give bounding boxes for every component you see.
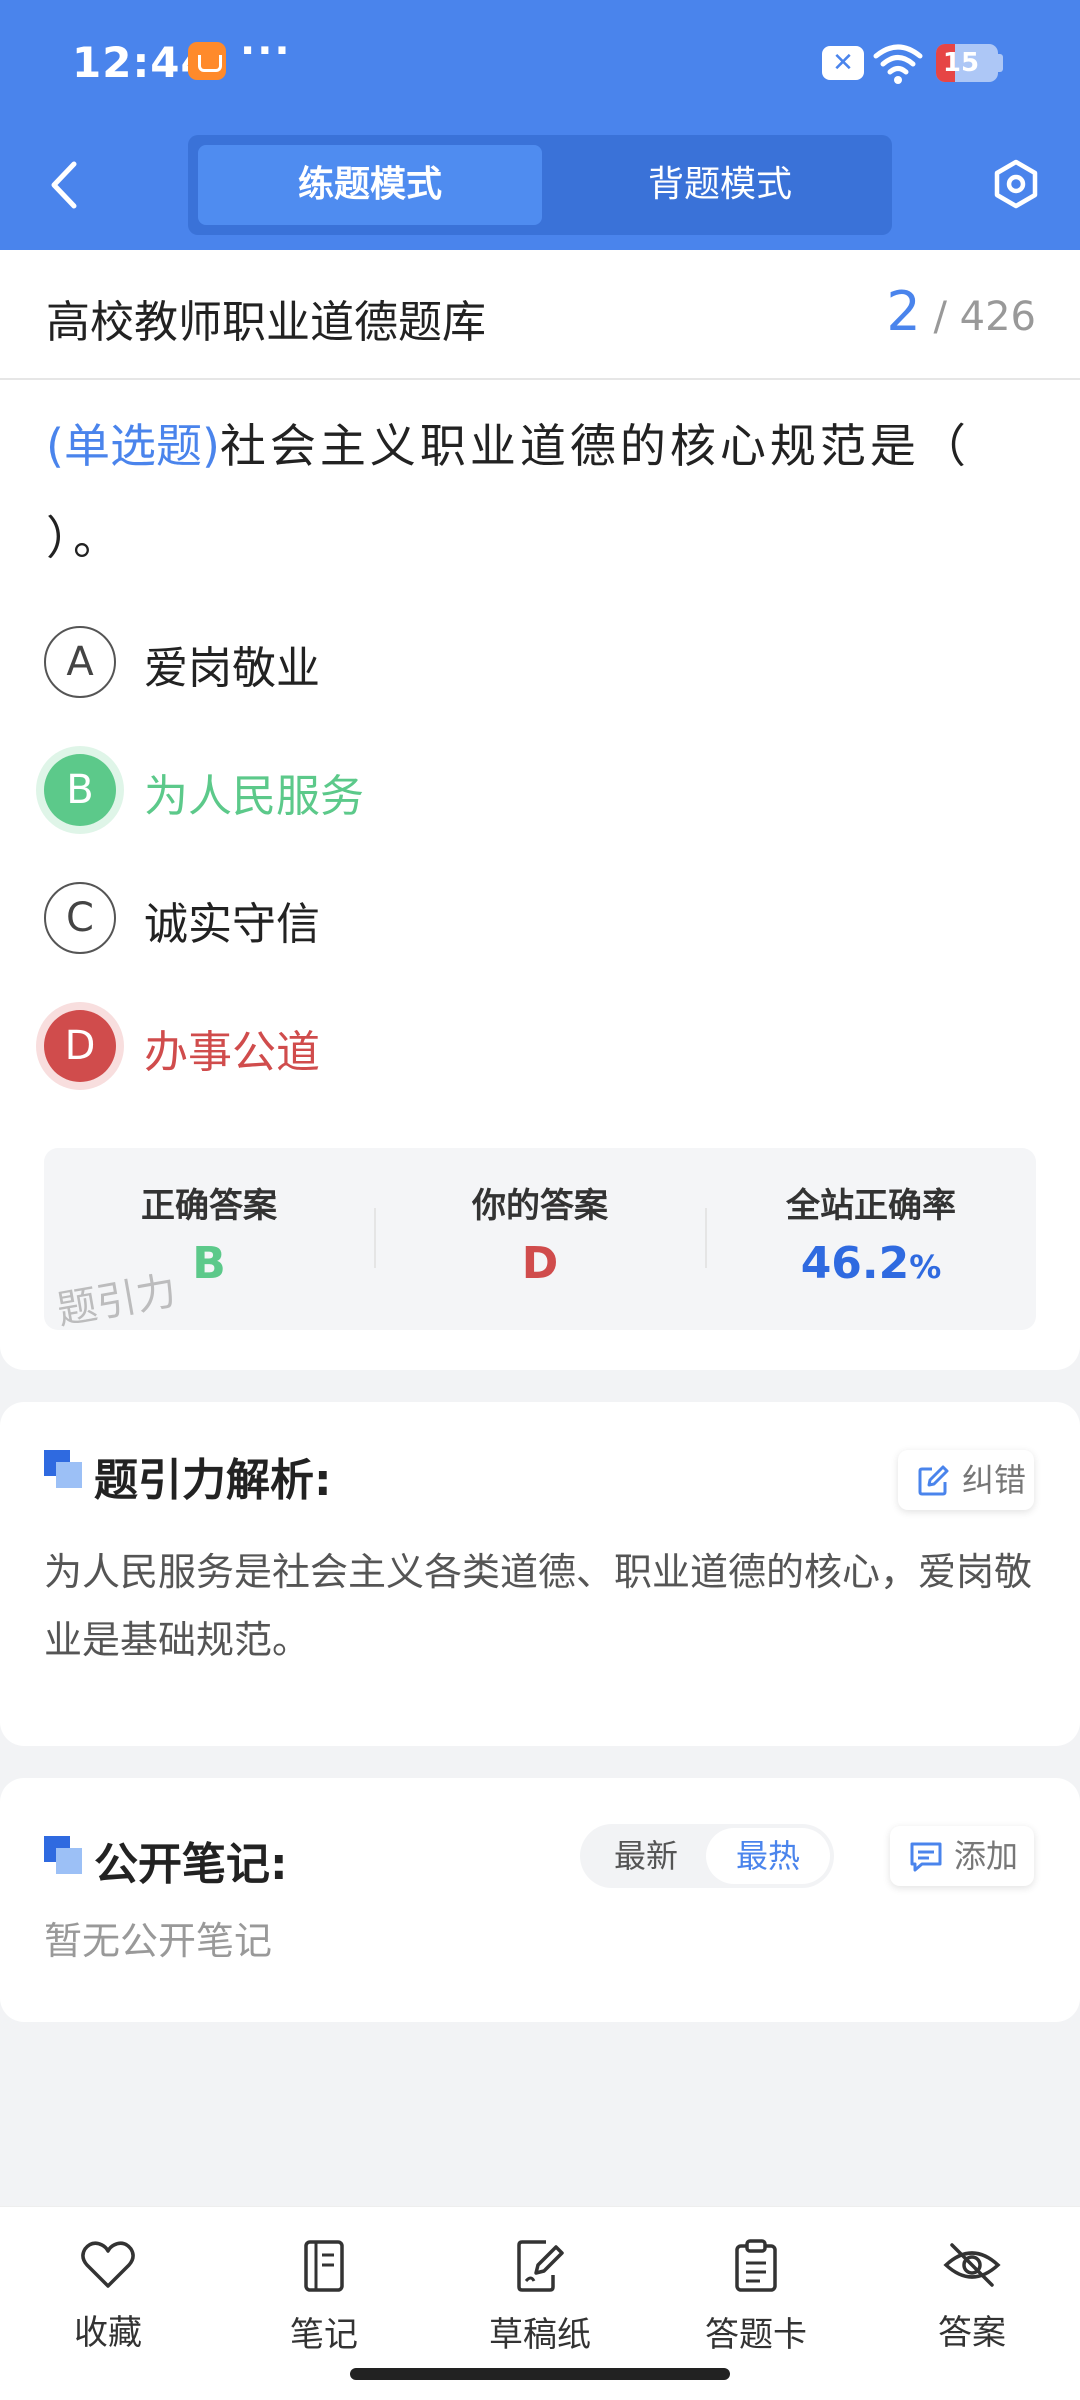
- analysis-title: 题引力解析:: [94, 1455, 332, 1506]
- progress-separator: /: [933, 294, 947, 340]
- battery-tip: [998, 54, 1003, 72]
- nav-label: 答案: [938, 2313, 1006, 2353]
- report-error-button[interactable]: 纠错: [898, 1450, 1034, 1510]
- option-a[interactable]: A 爱岗敬业: [44, 622, 944, 702]
- wifi-icon: [873, 44, 923, 84]
- no-sim-icon: ✕: [822, 46, 864, 80]
- option-letter: A: [44, 626, 116, 698]
- question-bank-row: 高校教师职业道德题库 2 / 426: [0, 250, 1080, 380]
- notes-sort-toggle: 最新 最热: [580, 1824, 834, 1888]
- app-header: 12:44 ··· ✕ 15 练题模式 背题模式: [0, 0, 1080, 250]
- battery-icon: 15: [936, 44, 998, 82]
- option-d[interactable]: D 办事公道: [44, 1006, 944, 1086]
- current-question-number: 2: [886, 280, 921, 343]
- accuracy-number: 46.2: [800, 1238, 910, 1289]
- settings-hex-icon[interactable]: [990, 158, 1042, 210]
- comment-icon: [910, 1842, 942, 1872]
- option-letter: B: [44, 754, 116, 826]
- tab-recite-mode[interactable]: 背题模式: [548, 145, 892, 225]
- sort-hottest[interactable]: 最热: [706, 1828, 830, 1884]
- home-indicator[interactable]: [350, 2368, 730, 2380]
- section-squares-icon: [44, 1450, 84, 1490]
- answer-summary: 正确答案 B 你的答案 D 全站正确率 46.2% 题引力: [44, 1148, 1036, 1334]
- option-c[interactable]: C 诚实守信: [44, 878, 944, 958]
- more-notifications-icon: ···: [240, 28, 292, 74]
- battery-level: 15: [942, 48, 980, 78]
- accuracy-value: 46.2%: [706, 1238, 1036, 1289]
- option-b[interactable]: B 为人民服务: [44, 750, 944, 830]
- notebook-icon: [304, 2240, 344, 2292]
- nav-answer-sheet[interactable]: 答题卡: [648, 2227, 864, 2367]
- section-squares-icon: [44, 1836, 84, 1876]
- nav-label: 答题卡: [705, 2315, 807, 2355]
- option-text: 办事公道: [144, 1027, 320, 1078]
- notes-empty-text: 暂无公开笔记: [44, 1919, 273, 1963]
- analysis-card: 题引力解析: 纠错 为人民服务是社会主义各类道德、职业道德的核心，爱岗敬业是基础…: [0, 1402, 1080, 1746]
- nav-label: 笔记: [290, 2315, 358, 2355]
- nav-notes[interactable]: 笔记: [216, 2227, 432, 2367]
- your-answer-label: 你的答案: [472, 1186, 608, 1226]
- mode-switch: 练题模式 背题模式: [188, 135, 892, 235]
- public-notes-card: 公开笔记: 最新 最热 添加 暂无公开笔记: [0, 1778, 1080, 2022]
- correct-answer-label: 正确答案: [141, 1186, 277, 1226]
- report-error-label: 纠错: [962, 1461, 1027, 1499]
- add-note-button[interactable]: 添加: [890, 1826, 1034, 1886]
- add-note-label: 添加: [954, 1837, 1019, 1875]
- draft-paper-icon: [517, 2240, 564, 2292]
- question-stem: (单选题)社会主义职业道德的核心规范是（ ）。: [46, 400, 1036, 584]
- heart-icon: [81, 2241, 135, 2288]
- accuracy-label: 全站正确率: [786, 1186, 956, 1226]
- clipboard-icon: [735, 2239, 777, 2292]
- status-bar: 12:44 ··· ✕ 15: [0, 0, 1080, 125]
- your-answer-column: 你的答案 D: [375, 1148, 705, 1330]
- option-letter: D: [44, 1010, 116, 1082]
- back-button[interactable]: [40, 150, 90, 220]
- option-text: 诚实守信: [144, 899, 320, 950]
- analysis-text: 为人民服务是社会主义各类道德、职业道德的核心，爱岗敬业是基础规范。: [44, 1550, 1033, 1662]
- option-text: 爱岗敬业: [144, 643, 320, 694]
- accuracy-column: 全站正确率 46.2%: [706, 1148, 1036, 1330]
- nav-favorite[interactable]: 收藏: [0, 2227, 216, 2367]
- your-answer-value: D: [521, 1238, 559, 1289]
- question-type: (单选题): [46, 419, 220, 473]
- sort-latest[interactable]: 最新: [584, 1828, 708, 1884]
- option-text: 为人民服务: [144, 771, 364, 822]
- nav-label: 收藏: [74, 2313, 142, 2353]
- nav-label: 草稿纸: [489, 2315, 591, 2355]
- tab-practice-mode[interactable]: 练题模式: [198, 145, 542, 225]
- notes-title: 公开笔记:: [94, 1839, 288, 1890]
- total-questions: 426: [959, 294, 1036, 340]
- question-card: 高校教师职业道德题库 2 / 426 (单选题)社会主义职业道德的核心规范是（ …: [0, 250, 1080, 1370]
- question-progress[interactable]: 2 / 426: [886, 280, 1036, 343]
- nav-draft-paper[interactable]: 草稿纸: [432, 2227, 648, 2367]
- option-letter: C: [44, 882, 116, 954]
- question-bank-title: 高校教师职业道德题库: [46, 297, 486, 348]
- edit-icon: [918, 1465, 949, 1496]
- eye-off-icon: [943, 2243, 1001, 2287]
- shopping-app-notification-icon: [188, 42, 226, 80]
- accuracy-unit: %: [909, 1248, 942, 1286]
- nav-answer-toggle[interactable]: 答案: [864, 2227, 1080, 2367]
